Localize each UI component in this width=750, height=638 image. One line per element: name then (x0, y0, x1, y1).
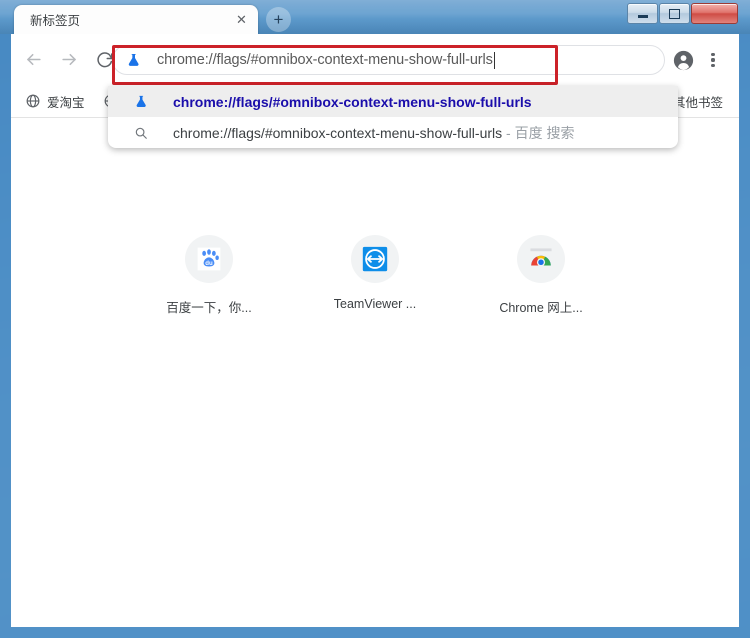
arrow-left-icon (26, 53, 41, 66)
desktop-background: 新标签页 ✕ + chrome://flags/#omnibox-context… (0, 0, 750, 638)
shortcut-tile (517, 235, 565, 283)
shortcut-tile (351, 235, 399, 283)
suggestion-text: chrome://flags/#omnibox-context-menu-sho… (173, 93, 532, 110)
shortcut-teamviewer[interactable]: TeamViewer ... (319, 235, 431, 316)
flask-icon (125, 51, 143, 69)
browser-toolbar: chrome://flags/#omnibox-context-menu-sho… (11, 34, 739, 85)
profile-button[interactable] (671, 48, 695, 72)
search-icon (132, 126, 150, 140)
suggestion-text: chrome://flags/#omnibox-context-menu-sho… (173, 124, 503, 141)
svg-text:du: du (205, 260, 213, 267)
plus-icon: + (273, 10, 284, 29)
omnibox-suggestions-dropdown: chrome://flags/#omnibox-context-menu-sho… (108, 86, 678, 148)
shortcut-label: TeamViewer ... (333, 297, 417, 311)
tab-close-icon[interactable]: ✕ (234, 12, 249, 27)
shortcut-label: 百度一下，你... (166, 301, 252, 315)
chrome-webstore-icon (529, 248, 553, 270)
other-bookmarks-label: 其他书签 (672, 96, 723, 110)
suggestion-suffix: - 百度 搜索 (502, 124, 575, 141)
other-bookmarks-button[interactable]: 其他书签 (673, 92, 723, 111)
three-dots-icon (711, 52, 715, 68)
address-bar-text: chrome://flags/#omnibox-context-menu-sho… (157, 52, 493, 68)
flask-icon (132, 94, 150, 109)
shortcut-chrome-webstore[interactable]: Chrome 网上... (485, 235, 597, 316)
tab-title: 新标签页 (30, 14, 81, 28)
suggestion-row[interactable]: chrome://flags/#omnibox-context-menu-sho… (108, 86, 678, 117)
avatar-icon (673, 50, 693, 70)
maximize-icon (669, 8, 680, 19)
shortcut-grid: du 百度一下，你... TeamViewer ... Chrome 网上... (11, 235, 739, 316)
close-button[interactable] (691, 3, 738, 24)
shortcut-label: Chrome 网上... (499, 301, 583, 315)
bookmark-item-aitaobao[interactable]: 爱淘宝 (25, 92, 85, 111)
maximize-button[interactable] (659, 3, 690, 24)
chrome-menu-button[interactable] (701, 48, 725, 72)
shortcut-tile: du (185, 235, 233, 283)
baidu-icon: du (197, 247, 221, 271)
text-caret (493, 51, 495, 69)
minimize-button[interactable] (627, 3, 658, 24)
address-bar[interactable]: chrome://flags/#omnibox-context-menu-sho… (112, 45, 665, 75)
arrow-right-icon (61, 53, 76, 66)
teamviewer-icon (362, 246, 388, 272)
globe-icon (25, 93, 41, 109)
forward-button[interactable] (55, 46, 83, 74)
tab-new-tab-page[interactable]: 新标签页 ✕ (14, 5, 258, 34)
suggestion-row[interactable]: chrome://flags/#omnibox-context-menu-sho… (108, 117, 678, 148)
back-button[interactable] (19, 46, 47, 74)
window-controls (626, 3, 738, 24)
new-tab-button[interactable]: + (266, 7, 291, 32)
shortcut-baidu[interactable]: du 百度一下，你... (153, 235, 265, 316)
new-tab-page: du 百度一下，你... TeamViewer ... Chrome 网上... (11, 117, 739, 627)
minimize-icon (637, 15, 648, 18)
bookmark-label: 爱淘宝 (47, 95, 85, 110)
